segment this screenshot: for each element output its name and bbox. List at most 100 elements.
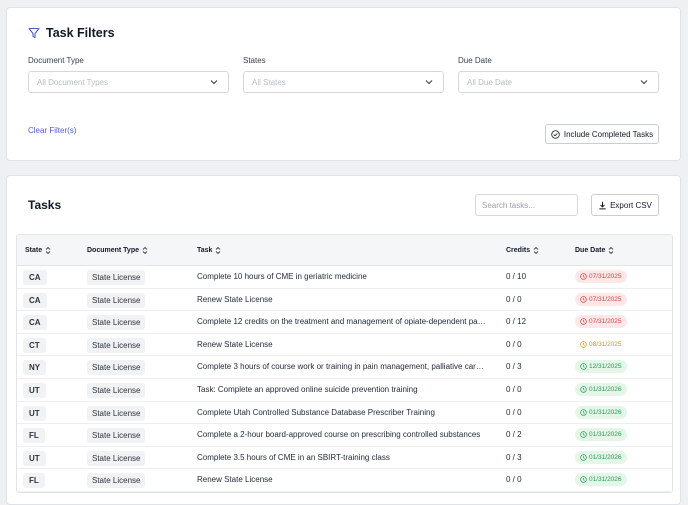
due-date-select[interactable]: All Due Date (458, 71, 659, 93)
column-header-state[interactable]: State (25, 246, 51, 255)
column-header-credits[interactable]: Credits (506, 246, 539, 255)
document-type-placeholder: All Document Types (37, 78, 108, 87)
include-completed-label: Include Completed Tasks (563, 129, 654, 139)
column-label: Document Type (87, 247, 139, 254)
table-row[interactable]: CA State License Complete 12 credits on th… (17, 311, 672, 334)
clock-icon (580, 273, 587, 280)
credits-value: 0 / 3 (506, 452, 522, 462)
column-header-task[interactable]: Task (197, 246, 221, 255)
sort-icon (216, 246, 221, 255)
task-description: Complete 10 hours of CME in geriatric me… (197, 272, 367, 281)
state-chip: FL (23, 473, 45, 489)
due-date-badge: 07/31/2025 (575, 315, 627, 329)
state-chip: UT (23, 450, 46, 466)
state-chip: CA (23, 315, 47, 331)
table-row[interactable]: NY State License Complete 3 hours of cours… (17, 356, 672, 379)
state-chip: UT (23, 382, 46, 398)
due-date-text: 01/31/2026 (589, 476, 622, 484)
table-body: CA State License Complete 10 hours of CME … (17, 266, 672, 492)
credits-value: 0 / 3 (506, 362, 522, 372)
document-type-chip: State License (87, 382, 146, 398)
state-chip: NY (23, 360, 47, 376)
due-date-placeholder: All Due Date (467, 78, 512, 87)
search-input[interactable]: Search tasks... (475, 194, 578, 216)
table-row[interactable]: UT State License Complete 3.5 hours of CME… (17, 447, 672, 470)
column-label: Due Date (575, 247, 606, 254)
credits-value: 0 / 0 (506, 339, 522, 349)
credits-value: 0 / 10 (506, 272, 527, 281)
due-date-text: 12/31/2025 (589, 363, 622, 371)
table-row[interactable]: CT State License Renew State License 0 / 0 0… (17, 334, 672, 357)
due-date-text: 07/31/2025 (589, 295, 622, 303)
due-date-badge: 07/31/2025 (575, 270, 627, 283)
task-filters-card: Task Filters Document Type All Document … (6, 7, 681, 161)
due-date-badge: 07/31/2025 (575, 292, 627, 306)
document-type-chip: State License (87, 337, 146, 353)
filters-title: Task Filters (46, 26, 115, 40)
credits-value: 0 / 2 (506, 430, 522, 440)
sort-icon (609, 246, 614, 255)
clock-icon (580, 431, 587, 438)
clock-icon (580, 476, 587, 484)
credits-value: 0 / 0 (506, 475, 522, 485)
sort-icon (142, 246, 148, 255)
check-circle-icon (551, 129, 560, 139)
due-date-text: 01/31/2026 (589, 385, 622, 393)
filters-heading: Task Filters (28, 26, 115, 40)
column-label: Task (197, 247, 213, 254)
due-date-label: Due Date (458, 56, 492, 65)
sort-icon (45, 246, 51, 255)
due-date-badge: 01/31/2026 (575, 428, 627, 442)
search-placeholder: Search tasks... (482, 201, 535, 210)
state-chip: CA (23, 270, 47, 285)
table-row[interactable]: FL State License Renew State License 0 / 0 0… (17, 469, 672, 492)
due-date-text: 01/31/2026 (589, 453, 622, 461)
states-select[interactable]: All States (243, 71, 444, 93)
due-date-text: 07/31/2025 (589, 273, 622, 280)
credits-value: 0 / 0 (506, 407, 522, 417)
due-date-text: 08/31/2025 (589, 340, 622, 348)
export-csv-button[interactable]: Export CSV (591, 194, 659, 216)
clock-icon (580, 454, 587, 461)
task-description: Complete 3.5 hours of CME in an SBIRT-tr… (197, 452, 390, 462)
column-header-document-type[interactable]: Document Type (87, 246, 148, 255)
due-date-badge: 01/31/2026 (575, 405, 627, 419)
table-row[interactable]: CA State License Renew State License 0 / 0 0… (17, 289, 672, 312)
table-row[interactable]: UT State License Complete Utah Controlled … (17, 402, 672, 425)
download-icon (599, 201, 606, 209)
state-chip: UT (23, 405, 46, 421)
clock-icon (580, 341, 587, 348)
document-type-chip: State License (87, 428, 146, 444)
table-row[interactable]: CA State License Complete 10 hours of CME … (17, 266, 672, 289)
credits-value: 0 / 0 (506, 384, 522, 394)
task-description: Task: Complete an approved online suicid… (197, 384, 418, 394)
task-description: Renew State License (197, 475, 273, 485)
tasks-card: Tasks Search tasks... Export CSV State D… (6, 175, 681, 505)
clock-icon (580, 363, 587, 371)
table-row[interactable]: FL State License Complete a 2-hour board-a… (17, 424, 672, 447)
task-description: Complete a 2-hour board-approved course … (197, 430, 481, 440)
task-description: Complete 12 credits on the treatment and… (197, 317, 487, 327)
due-date-badge: 08/31/2025 (575, 337, 627, 351)
column-header-due-date[interactable]: Due Date (575, 246, 614, 255)
task-description: Complete 3 hours of course work or train… (197, 362, 487, 372)
due-date-badge: 01/31/2026 (575, 450, 627, 464)
table-row[interactable]: UT State License Task: Complete an approve… (17, 379, 672, 402)
document-type-chip: State License (87, 292, 146, 308)
column-label: Credits (506, 247, 531, 254)
due-date-badge: 01/31/2026 (575, 473, 627, 487)
clock-icon (580, 408, 587, 416)
clock-icon (580, 386, 587, 393)
document-type-select[interactable]: All Document Types (28, 71, 229, 93)
sort-icon (533, 246, 539, 255)
document-type-chip: State License (87, 405, 146, 421)
clock-icon (580, 318, 587, 325)
credits-value: 0 / 12 (506, 317, 527, 327)
document-type-chip: State License (87, 473, 146, 489)
document-type-chip: State License (87, 315, 146, 331)
state-chip: CT (23, 337, 46, 353)
chevron-down-icon (640, 80, 648, 85)
include-completed-button[interactable]: Include Completed Tasks (545, 124, 659, 144)
clear-filters-link[interactable]: Clear Filter(s) (28, 126, 76, 135)
task-description: Renew State License (197, 339, 273, 349)
